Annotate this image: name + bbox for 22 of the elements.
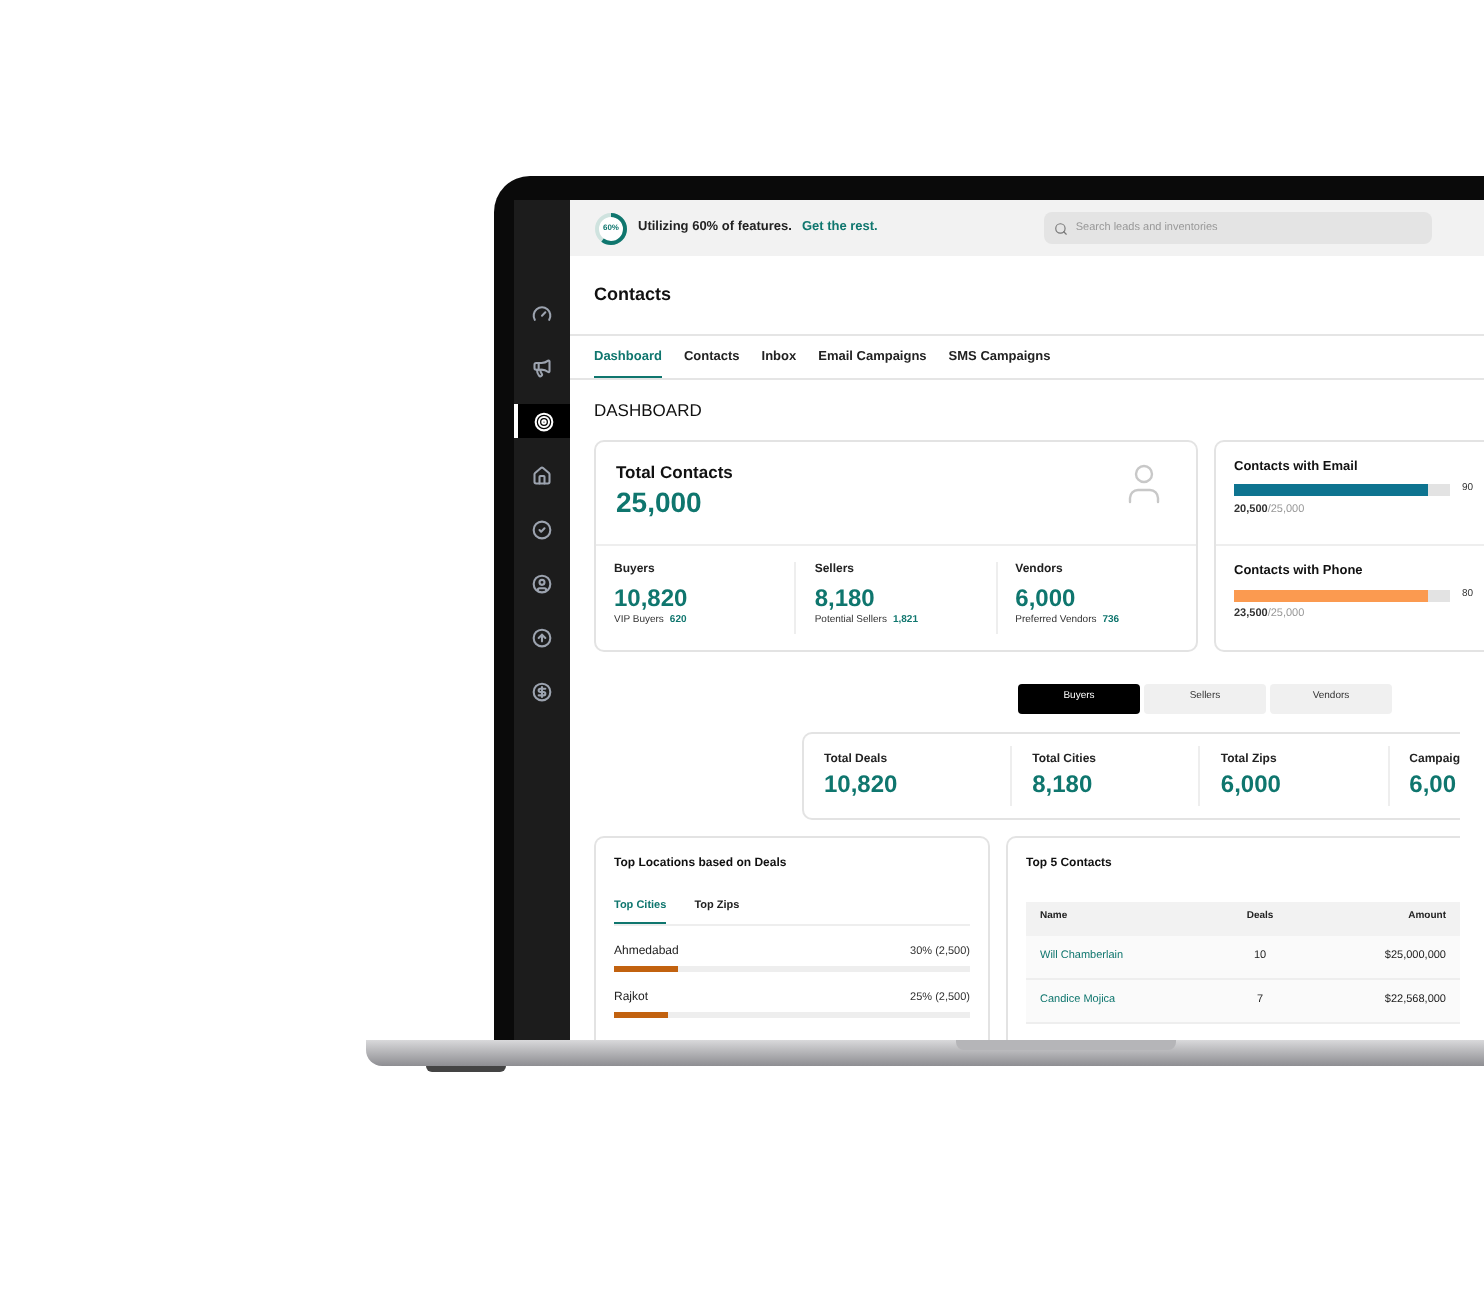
gauge-icon	[532, 303, 552, 323]
total-value: 25,000	[616, 484, 704, 521]
page-title: Contacts	[594, 281, 672, 308]
check-circle-icon	[532, 519, 552, 539]
stat-value: 10,820	[824, 770, 900, 798]
sidebar-item[interactable]	[514, 404, 570, 438]
group-value: 6,000	[1015, 583, 1078, 613]
target-icon	[534, 411, 554, 431]
arrow-up-circle-icon	[532, 627, 552, 647]
search-icon	[1053, 221, 1068, 235]
megaphone-icon	[532, 357, 552, 377]
group-value: 8,180	[814, 583, 877, 613]
card-title: Total Contacts	[616, 459, 733, 485]
stat-value: 6,00	[1409, 770, 1459, 798]
home-icon	[532, 465, 552, 485]
group-value: 10,820	[614, 583, 690, 613]
user-circle-icon	[532, 573, 552, 593]
dollar-circle-icon	[532, 681, 552, 701]
stat-value: 8,180	[1032, 770, 1095, 798]
laptop-foot	[426, 1066, 506, 1072]
stat-value: 6,000	[1220, 770, 1283, 798]
section-title: DASHBOARD	[594, 397, 704, 423]
